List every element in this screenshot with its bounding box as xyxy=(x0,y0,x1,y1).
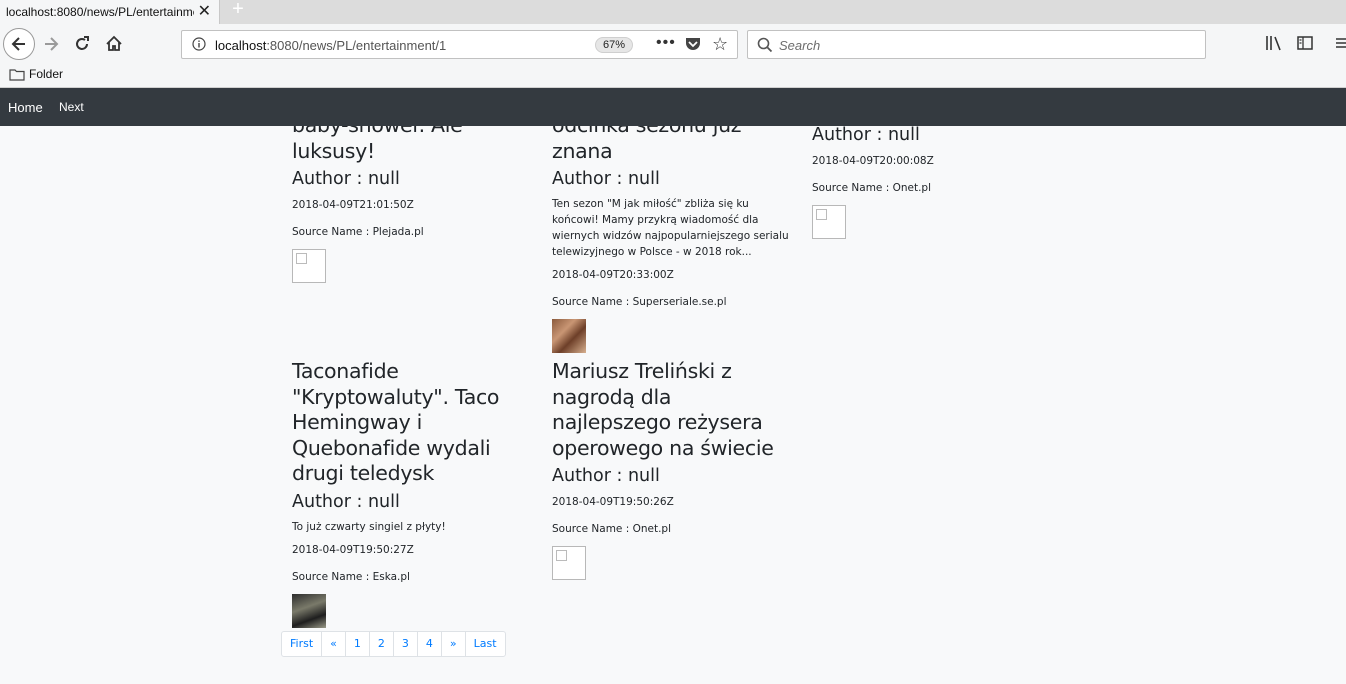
bookmarks-bar: Folder xyxy=(0,64,1346,88)
news-card: Mariusz Treliński z nagrodą dla najlepsz… xyxy=(552,359,792,580)
sidebar-icon[interactable] xyxy=(1296,34,1314,52)
zoom-level-badge[interactable]: 67% xyxy=(595,37,633,53)
library-icon[interactable] xyxy=(1265,34,1283,52)
page-first[interactable]: First xyxy=(281,631,323,657)
url-host: localhost xyxy=(215,38,267,53)
article-date: 2018-04-09T19:50:26Z xyxy=(552,496,674,508)
article-description: Ten sezon "M jak miłość" zbliża się ku k… xyxy=(552,198,789,258)
article-title[interactable]: Mariusz Treliński z nagrodą dla najlepsz… xyxy=(552,359,792,461)
article-title[interactable]: baby-shower. Ale luksusy! xyxy=(292,126,532,164)
article-author: Author : null xyxy=(292,169,400,189)
article-date: 2018-04-09T19:50:27Z xyxy=(292,543,414,556)
search-icon xyxy=(757,37,773,53)
article-author: Author : null xyxy=(552,169,660,189)
article-thumbnail[interactable] xyxy=(552,319,586,353)
pocket-icon[interactable] xyxy=(685,37,701,51)
article-source: Source Name : Plejada.pl xyxy=(292,226,424,238)
article-title[interactable]: Taconafide "Kryptowaluty". Taco Hemingwa… xyxy=(292,359,532,487)
back-button[interactable] xyxy=(3,28,35,60)
app-navbar: Home Next xyxy=(0,88,1346,126)
article-author: Author : null xyxy=(812,126,920,145)
folder-icon xyxy=(9,68,25,81)
forward-button[interactable] xyxy=(37,30,65,58)
news-content: baby-shower. Ale luksusy! Author : null … xyxy=(0,126,1346,684)
article-source: Source Name : Onet.pl xyxy=(812,182,932,194)
article-author: Author : null xyxy=(552,466,660,486)
broken-image-icon[interactable] xyxy=(812,205,846,239)
search-input[interactable] xyxy=(779,36,1179,54)
close-tab-icon[interactable]: ✕ xyxy=(198,2,211,22)
news-card: odcinka sezonu już znana Author : null T… xyxy=(552,126,792,353)
reload-button[interactable] xyxy=(68,30,96,58)
reload-icon xyxy=(76,36,89,50)
address-bar[interactable]: localhost:8080/news/PL/entertainment/1 6… xyxy=(181,30,738,59)
bookmark-star-icon[interactable]: ☆ xyxy=(712,34,728,54)
news-card: baby-shower. Ale luksusy! Author : null … xyxy=(292,126,532,283)
article-date: 2018-04-09T20:00:08Z xyxy=(812,155,934,167)
article-description: To już czwarty singiel z płyty! xyxy=(292,520,446,533)
home-icon xyxy=(106,35,122,51)
article-source: Source Name : Superseriale.se.pl xyxy=(552,296,727,308)
url-text[interactable]: localhost:8080/news/PL/entertainment/1 xyxy=(215,38,446,53)
page-2[interactable]: 2 xyxy=(368,631,394,657)
tab-title: localhost:8080/news/PL/entertainment/1 xyxy=(6,5,194,19)
broken-image-icon[interactable] xyxy=(552,546,586,580)
article-source: Source Name : Onet.pl xyxy=(552,523,672,535)
page-prev[interactable]: « xyxy=(321,631,346,657)
browser-tab[interactable]: localhost:8080/news/PL/entertainment/1 ✕ xyxy=(0,0,220,24)
page-1[interactable]: 1 xyxy=(344,631,370,657)
article-title[interactable]: odcinka sezonu już znana xyxy=(552,126,792,164)
forward-arrow-icon xyxy=(45,37,59,51)
nav-next-link[interactable]: Next xyxy=(59,100,84,114)
page-4[interactable]: 4 xyxy=(416,631,442,657)
pagination: First « 1 2 3 4 » Last xyxy=(281,631,506,657)
search-bar[interactable] xyxy=(747,30,1206,59)
page-last[interactable]: Last xyxy=(464,631,506,657)
page-next[interactable]: » xyxy=(440,631,466,657)
info-icon[interactable] xyxy=(192,37,206,51)
news-card: Author : null 2018-04-09T20:00:08Z Sourc… xyxy=(812,126,1052,239)
nav-home-link[interactable]: Home xyxy=(8,100,43,115)
back-arrow-icon xyxy=(11,37,25,51)
new-tab-icon[interactable]: + xyxy=(228,0,248,22)
article-source: Source Name : Eska.pl xyxy=(292,570,410,583)
home-button[interactable] xyxy=(100,30,128,58)
page-3[interactable]: 3 xyxy=(392,631,418,657)
article-date: 2018-04-09T21:01:50Z xyxy=(292,199,414,211)
article-date: 2018-04-09T20:33:00Z xyxy=(552,269,674,281)
article-author: Author : null xyxy=(292,491,400,512)
news-card: Taconafide "Kryptowaluty". Taco Hemingwa… xyxy=(292,359,532,628)
article-thumbnail[interactable] xyxy=(292,593,326,628)
url-path: :8080/news/PL/entertainment/1 xyxy=(266,38,447,53)
page-actions-icon[interactable]: ••• xyxy=(656,34,676,52)
menu-icon[interactable] xyxy=(1334,34,1346,52)
bookmark-folder-label: Folder xyxy=(29,67,64,81)
broken-image-icon[interactable] xyxy=(292,249,326,283)
browser-tab-strip: localhost:8080/news/PL/entertainment/1 ✕… xyxy=(0,0,1346,24)
bookmark-folder[interactable]: Folder xyxy=(9,67,63,81)
